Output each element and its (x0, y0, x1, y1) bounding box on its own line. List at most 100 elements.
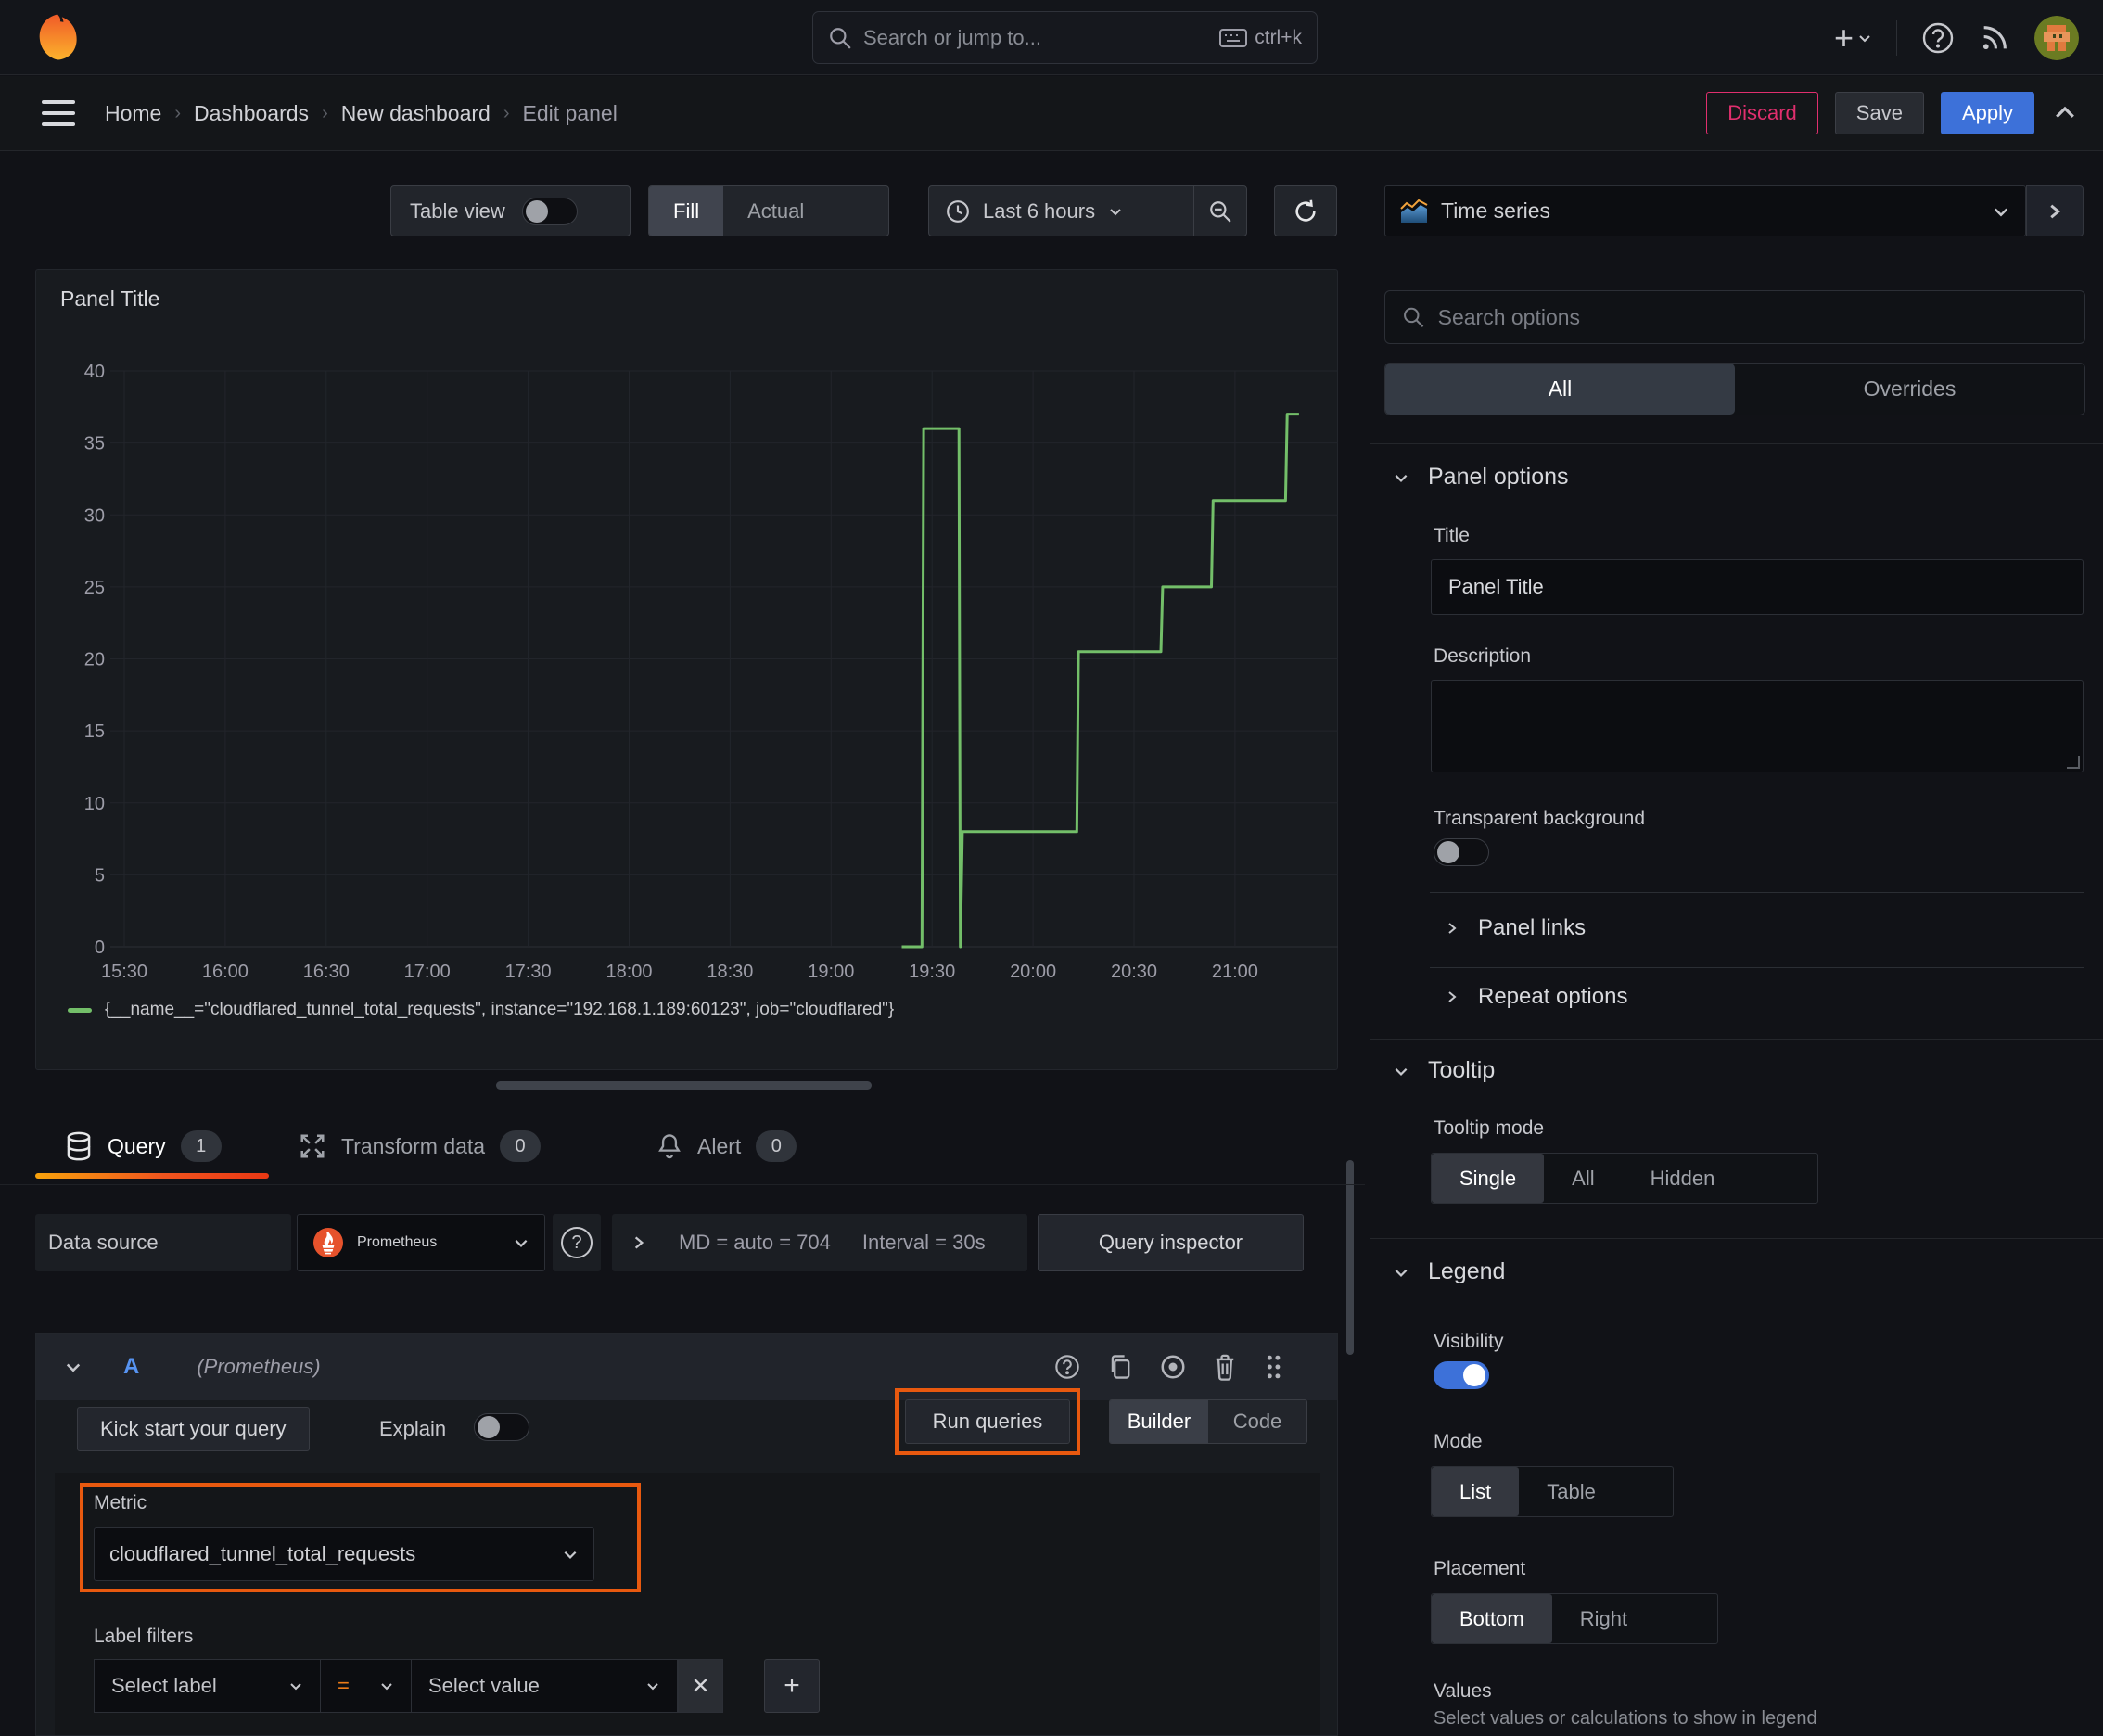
tooltip-hidden-option[interactable]: Hidden (1623, 1154, 1743, 1203)
transparent-background-toggle[interactable] (1434, 838, 1489, 866)
operator-dropdown[interactable]: = (321, 1659, 412, 1713)
repeat-options-section[interactable]: Repeat options (1445, 984, 1627, 1010)
metric-select[interactable]: cloudflared_tunnel_total_requests (94, 1527, 594, 1581)
code-option[interactable]: Code (1208, 1400, 1306, 1443)
news-rss-icon[interactable] (1979, 22, 2010, 54)
editor-tabs: Query 1 Transform data 0 Alert 0 (0, 1117, 1365, 1185)
help-icon[interactable] (1921, 21, 1955, 55)
add-new-button[interactable]: + (1834, 19, 1872, 57)
breadcrumb-dashboards[interactable]: Dashboards (194, 101, 309, 126)
chevron-down-icon (564, 1551, 577, 1559)
search-options-input[interactable] (1437, 304, 2068, 330)
resize-handle-icon[interactable] (2067, 756, 2080, 769)
description-textarea[interactable] (1431, 680, 2084, 772)
chevron-down-icon (381, 1683, 392, 1691)
refresh-button[interactable] (1274, 185, 1337, 236)
add-filter-button[interactable]: + (764, 1659, 820, 1713)
series-label[interactable]: {__name__="cloudflared_tunnel_total_requ… (105, 1000, 894, 1020)
query-count-badge: 1 (180, 1130, 222, 1162)
collapse-up-icon[interactable] (2051, 99, 2079, 127)
horizontal-resize-handle[interactable] (496, 1081, 872, 1090)
svg-text:35: 35 (84, 434, 105, 454)
metric-value: cloudflared_tunnel_total_requests (109, 1542, 416, 1565)
kick-start-query-button[interactable]: Kick start your query (77, 1407, 310, 1451)
remove-filter-button[interactable]: ✕ (678, 1659, 723, 1713)
panel-title-input[interactable] (1431, 559, 2084, 615)
toggle-viz-picker-button[interactable] (2026, 185, 2084, 236)
zoom-out-button[interactable] (1194, 199, 1246, 223)
legend-placement-right[interactable]: Right (1552, 1594, 1655, 1643)
query-options-bar[interactable]: MD = auto = 704 Interval = 30s (612, 1214, 1027, 1271)
query-inspector-button[interactable]: Query inspector (1038, 1214, 1304, 1271)
svg-text:19:00: 19:00 (808, 962, 854, 982)
explain-label: Explain (379, 1417, 447, 1440)
menu-toggle-icon[interactable] (42, 100, 75, 126)
svg-text:0: 0 (95, 938, 105, 958)
query-help-icon[interactable] (1053, 1353, 1081, 1381)
table-view-toggle[interactable] (521, 197, 578, 225)
panel-options-section[interactable]: Panel options (1393, 464, 1569, 491)
legend-visibility-toggle[interactable] (1434, 1361, 1489, 1389)
options-sidebar: Time series All Overrides Panel options … (1370, 151, 2103, 1736)
chart-legend[interactable]: {__name__="cloudflared_tunnel_total_requ… (68, 1000, 894, 1020)
svg-text:18:30: 18:30 (707, 962, 753, 982)
datasource-help-button[interactable]: ? (553, 1214, 601, 1271)
title-label: Title (1434, 525, 1470, 546)
save-button[interactable]: Save (1834, 92, 1924, 134)
run-queries-button[interactable]: Run queries (905, 1399, 1070, 1444)
tooltip-all-option[interactable]: All (1544, 1154, 1622, 1203)
search-icon (1404, 307, 1424, 327)
global-search[interactable]: Search or jump to... ctrl+k (812, 11, 1318, 64)
tab-alert[interactable]: Alert 0 (656, 1117, 797, 1175)
time-series-chart[interactable]: 0 5 10 15 20 25 30 35 40 15:30 16:00 16:30 17:00 17:3… (64, 358, 1344, 998)
grafana-logo-icon[interactable] (35, 12, 80, 62)
builder-option[interactable]: Builder (1110, 1400, 1208, 1443)
fill-option[interactable]: Fill (649, 186, 724, 236)
panel-links-section[interactable]: Panel links (1445, 915, 1586, 941)
toggle-query-visibility-icon[interactable] (1159, 1353, 1187, 1381)
transform-icon (300, 1134, 325, 1158)
svg-text:17:00: 17:00 (404, 962, 451, 982)
tab-all[interactable]: All (1385, 364, 1735, 415)
tooltip-single-option[interactable]: Single (1432, 1154, 1545, 1203)
datasource-row: Data source Prometheus ? MD = auto = 704… (0, 1214, 1365, 1271)
search-icon (830, 27, 851, 49)
panel-title: Panel Title (60, 287, 160, 311)
svg-text:25: 25 (84, 578, 105, 598)
keyboard-icon (1219, 28, 1248, 47)
zoom-out-icon (1210, 200, 1231, 223)
visualization-picker[interactable]: Time series (1384, 185, 2026, 236)
discard-button[interactable]: Discard (1706, 92, 1818, 134)
query-row-header[interactable]: A (Prometheus) (36, 1334, 1337, 1400)
tab-overrides[interactable]: Overrides (1735, 364, 2084, 415)
time-range-label: Last 6 hours (983, 198, 1096, 223)
legend-mode-list[interactable]: List (1432, 1467, 1520, 1516)
legend-values-label: Values (1434, 1680, 1492, 1702)
breadcrumb-edit-panel: Edit panel (522, 100, 618, 125)
tab-query[interactable]: Query 1 (65, 1117, 222, 1175)
shortcut-hint: ctrl+k (1219, 27, 1302, 49)
tab-transform-data[interactable]: Transform data 0 (299, 1117, 542, 1175)
explain-toggle[interactable] (474, 1413, 529, 1441)
search-options-box[interactable] (1384, 290, 2085, 344)
metric-label: Metric (94, 1492, 147, 1513)
apply-button[interactable]: Apply (1940, 92, 2034, 134)
time-range-picker[interactable]: Last 6 hours (929, 199, 1193, 223)
drag-handle-icon[interactable] (1263, 1352, 1283, 1382)
user-avatar[interactable] (2034, 15, 2079, 60)
breadcrumb-home[interactable]: Home (105, 101, 161, 126)
legend-section[interactable]: Legend (1393, 1258, 1505, 1285)
duplicate-query-icon[interactable] (1107, 1353, 1133, 1381)
actual-option[interactable]: Actual (723, 186, 828, 236)
select-label-dropdown[interactable]: Select label (94, 1659, 321, 1713)
collapse-query-icon[interactable] (64, 1358, 83, 1376)
breadcrumb-new-dashboard[interactable]: New dashboard (341, 101, 491, 126)
datasource-picker[interactable]: Prometheus (297, 1214, 545, 1271)
legend-placement-bottom[interactable]: Bottom (1432, 1594, 1552, 1643)
select-value-dropdown[interactable]: Select value (412, 1659, 678, 1713)
operator-value: = (338, 1674, 350, 1697)
tooltip-section[interactable]: Tooltip (1393, 1057, 1495, 1084)
delete-query-icon[interactable] (1213, 1353, 1237, 1381)
breadcrumb-separator: › (174, 102, 182, 123)
legend-mode-table[interactable]: Table (1519, 1467, 1624, 1516)
